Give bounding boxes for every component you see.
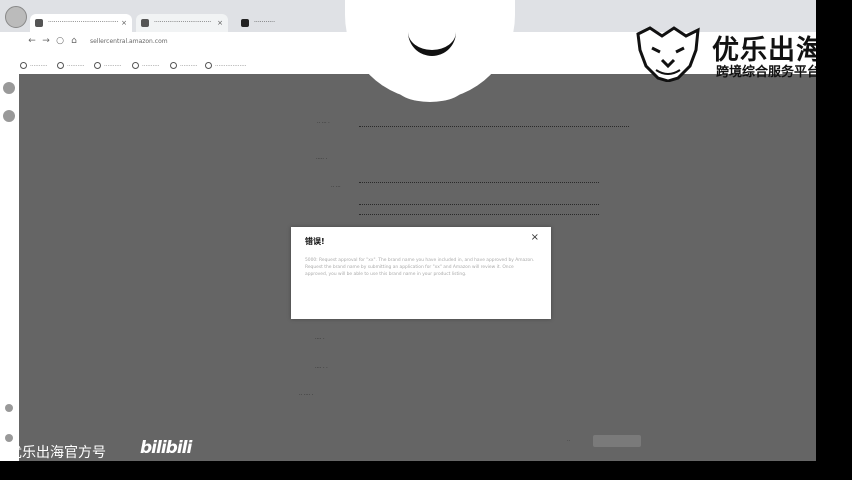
- tab-favicon-icon: [241, 19, 249, 27]
- globe-icon: [132, 62, 139, 69]
- sticker-overlay-part: [395, 70, 465, 102]
- bookmark-item[interactable]: ··········: [57, 61, 84, 71]
- sidebar-app-icon[interactable]: [3, 82, 15, 94]
- dialog-message: 5000: Request approval for "xx". The bra…: [305, 258, 535, 277]
- forward-icon[interactable]: →: [40, 35, 52, 47]
- address-bar[interactable]: sellercentral.amazon.com: [82, 35, 390, 48]
- lion-logo-icon: [636, 26, 700, 82]
- form-label: ···· ·: [315, 336, 325, 342]
- bilibili-logo: bilibili: [140, 438, 192, 458]
- globe-icon: [205, 62, 212, 69]
- form-label: ····· ·: [316, 156, 328, 162]
- dialog-title: 错误!: [305, 237, 325, 246]
- tab-close-icon[interactable]: ×: [217, 14, 223, 32]
- submit-button[interactable]: [593, 435, 641, 447]
- tab-label: ···········: [254, 19, 275, 26]
- reload-icon[interactable]: ○: [54, 35, 66, 47]
- bookmark-item[interactable]: ··········: [170, 61, 197, 71]
- watermark-logo: 优乐出海 跨境综合服务平台: [632, 26, 816, 84]
- tab-favicon-icon: [35, 19, 43, 27]
- browser-tab-3[interactable]: ···········: [236, 14, 316, 32]
- tab-favicon-icon: [141, 19, 149, 27]
- bookmark-item[interactable]: ··················: [205, 61, 246, 71]
- browser-tab-1[interactable]: ····································· ×: [30, 14, 132, 32]
- globe-icon: [57, 62, 64, 69]
- form-label: ···· · ·: [315, 365, 328, 371]
- sidebar-app-icon[interactable]: [3, 110, 15, 122]
- url-text: sellercentral.amazon.com: [90, 38, 168, 45]
- bookmark-item[interactable]: ··········: [20, 61, 47, 71]
- form-field-line: [359, 126, 629, 128]
- watermark-subtitle: 跨境综合服务平台: [716, 65, 816, 80]
- bookmark-item[interactable]: ··········: [132, 61, 159, 71]
- tab-close-icon[interactable]: ×: [121, 14, 127, 32]
- form-label: ·· ···· ·: [299, 392, 314, 398]
- globe-icon: [170, 62, 177, 69]
- close-icon[interactable]: ×: [531, 232, 539, 243]
- home-icon[interactable]: ⌂: [68, 35, 80, 47]
- form-field-line: [359, 182, 599, 184]
- bookmark-item[interactable]: ··········: [94, 61, 121, 71]
- browser-tab-2[interactable]: ······························ ×: [136, 14, 228, 32]
- sidebar-settings-icon[interactable]: [5, 404, 13, 412]
- tab-label: ·····································: [48, 19, 119, 26]
- form-field-line: [359, 214, 599, 216]
- sidebar-help-icon[interactable]: [5, 434, 13, 442]
- browser-screen: ····································· × …: [0, 0, 816, 461]
- left-sidebar: [0, 74, 19, 461]
- profile-avatar[interactable]: [5, 6, 27, 28]
- tab-label: ······························: [154, 19, 212, 26]
- form-field-line: [359, 204, 599, 206]
- footer-text: ··: [567, 438, 571, 444]
- globe-icon: [20, 62, 27, 69]
- globe-icon: [94, 62, 101, 69]
- form-label: ·· ··· ·: [317, 120, 330, 126]
- error-dialog: 错误! × 5000: Request approval for "xx". T…: [291, 227, 551, 319]
- form-label: ·· ···: [331, 184, 341, 190]
- back-icon[interactable]: ←: [26, 35, 38, 47]
- channel-label: 优乐出海官方号: [8, 445, 106, 461]
